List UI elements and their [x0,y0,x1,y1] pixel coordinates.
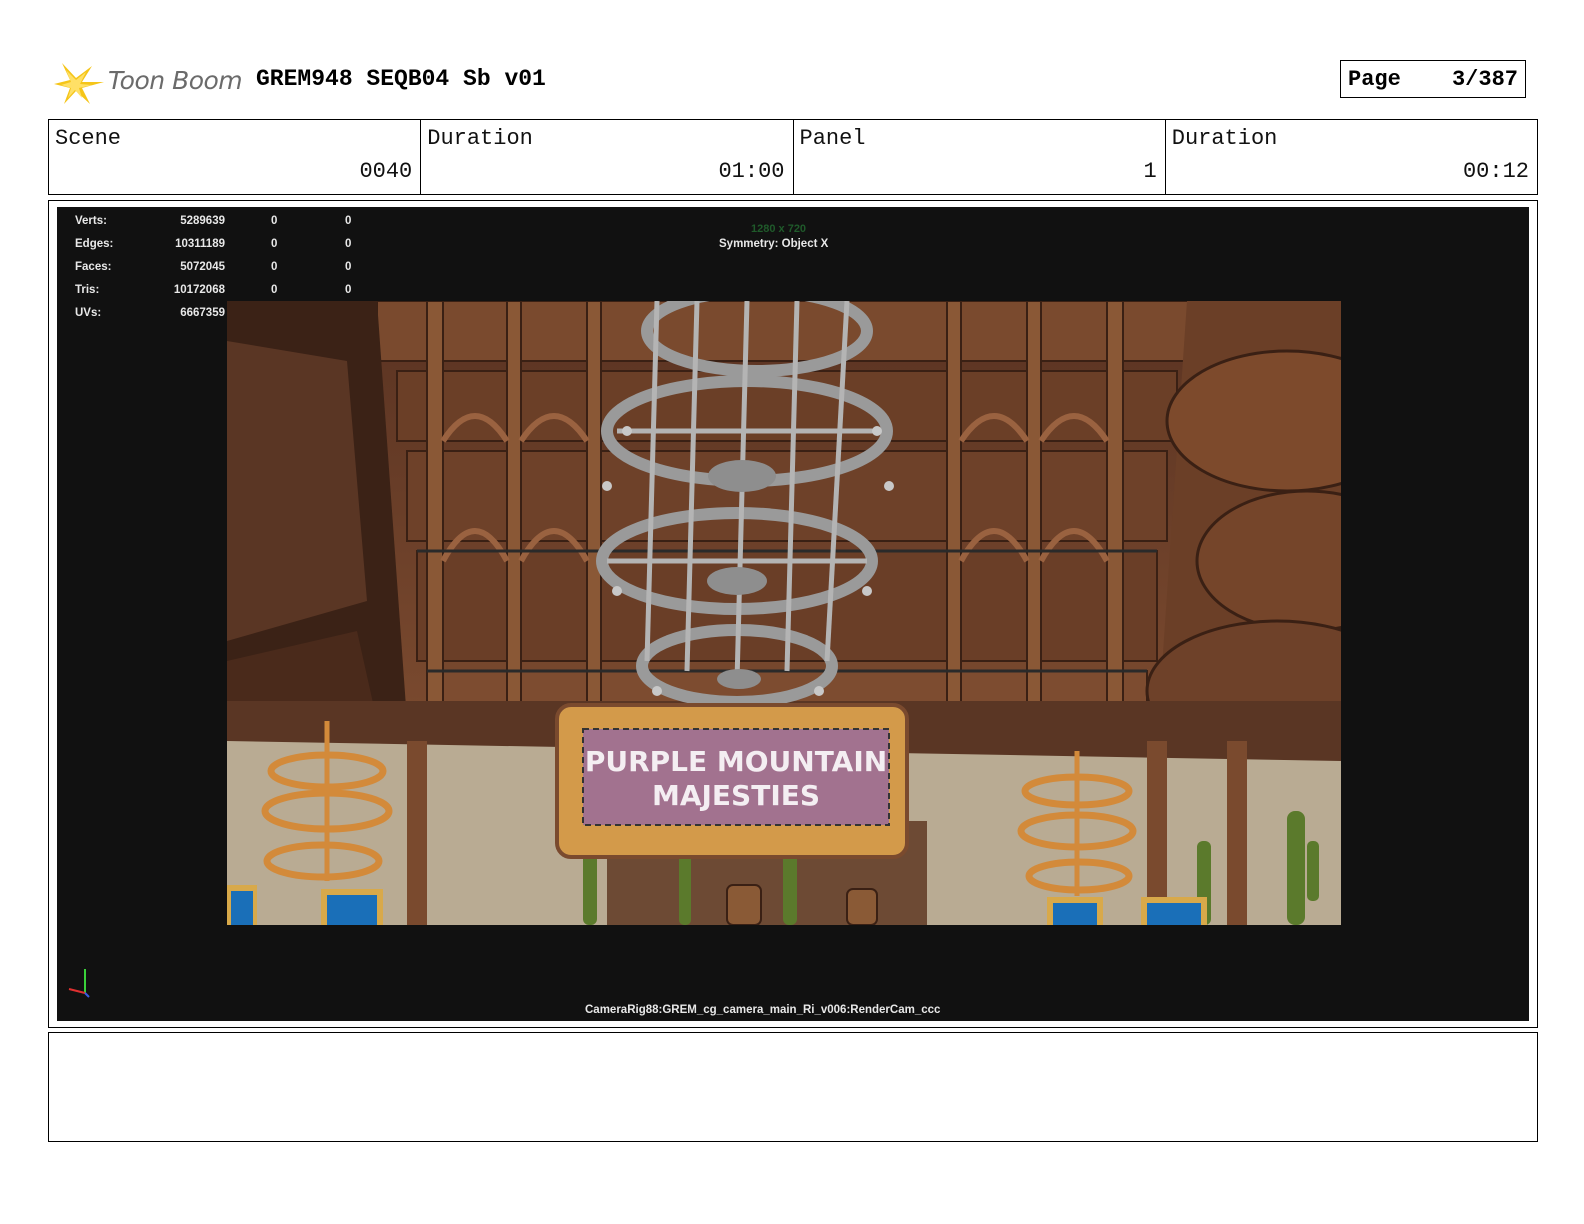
saloon-interior-illustration: PURPLE MOUNTAIN MAJESTIES [227,301,1341,925]
stats-label: UVs: [75,307,102,319]
stats-row: Verts: 5289639 0 0 [75,215,375,231]
panel-label: Panel [799,126,866,151]
camera-name: CameraRig88:GREM_cg_camera_main_Ri_v006:… [585,1004,941,1016]
stats-label: Verts: [75,215,107,227]
panel-value: 1 [1143,159,1157,184]
stats-row: Faces: 5072045 0 0 [75,261,375,277]
stats-label: Faces: [75,261,112,273]
page-number: 3/387 [1451,67,1518,92]
stats-value: 5072045 [180,261,225,273]
storyboard-panel: Verts: 5289639 0 0 Edges: 10311189 0 0 F… [48,200,1538,1028]
axis-gizmo-icon [65,965,95,1001]
scene-label: Scene [55,126,122,151]
sign-line-1: PURPLE MOUNTAIN [585,745,887,778]
stats-value: 0 [271,215,278,227]
page-label: Page [1348,67,1401,92]
scene-duration-label: Duration [427,126,533,151]
stats-row: Tris: 10172068 0 0 [75,284,375,300]
stats-label: Edges: [75,238,114,250]
scene-cell: Scene 0040 [49,120,422,194]
stats-value: 0 [271,284,278,296]
panel-duration-label: Duration [1171,126,1278,151]
stats-value: 0 [345,284,352,296]
panel-duration-cell: Duration 00:12 [1166,120,1537,194]
scene-duration-cell: Duration 01:00 [421,120,794,194]
logo-text: Toon Boom [108,66,243,95]
rendered-scene: PURPLE MOUNTAIN MAJESTIES [227,301,1341,925]
stats-value: 0 [271,261,278,273]
stats-value: 0 [345,238,352,250]
scene-duration-value: 01:00 [718,159,785,184]
stats-value: 0 [345,215,352,227]
scene-value: 0040 [359,159,413,184]
page-header: Toon Boom GREM948 SEQB04 Sb v01 Page 3/3… [48,56,1538,108]
resolution-readout: 1280 x 720 [751,223,807,235]
panel-duration-value: 00:12 [1462,159,1529,184]
viewport-screenshot: Verts: 5289639 0 0 Edges: 10311189 0 0 F… [57,207,1529,1021]
page-indicator: Page 3/387 [1340,60,1526,98]
stats-row: Edges: 10311189 0 0 [75,238,375,254]
document-title: GREM948 SEQB04 Sb v01 [256,66,546,92]
sign-line-2: MAJESTIES [652,779,820,812]
starburst-icon [54,63,104,104]
stats-label: Tris: [75,284,100,296]
stats-value: 5289639 [180,215,225,227]
scene-info-table: Scene 0040 Duration 01:00 Panel 1 Durati… [48,119,1538,195]
stats-value: 0 [345,261,352,273]
toon-boom-logo: Toon Boom [52,58,252,108]
stats-value: 10172068 [173,284,225,296]
stats-value: 6667359 [180,307,225,319]
symmetry-readout: Symmetry: Object X [719,238,829,250]
stats-value: 0 [271,238,278,250]
panel-cell: Panel 1 [794,120,1166,194]
panel-notes-box [48,1032,1538,1142]
stats-value: 10311189 [175,238,225,250]
